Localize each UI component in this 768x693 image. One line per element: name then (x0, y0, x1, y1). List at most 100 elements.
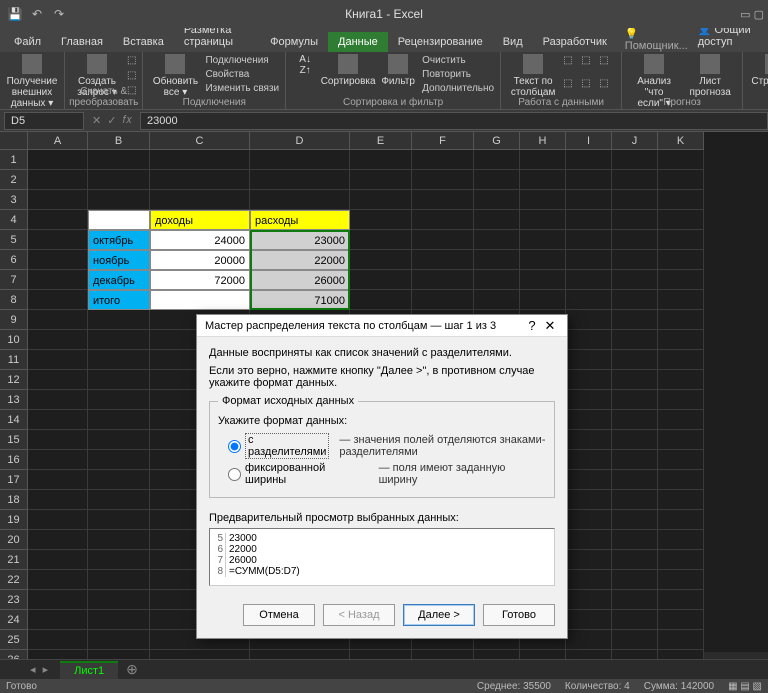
cancel-icon[interactable]: ✕ (92, 114, 101, 127)
delimited-radio[interactable] (228, 440, 241, 453)
fixed-width-label[interactable]: фиксированной ширины (245, 462, 369, 486)
cell[interactable] (350, 290, 412, 310)
remove-duplicates-icon[interactable]: ⬚ (581, 54, 597, 75)
cell[interactable] (612, 530, 658, 550)
cell[interactable] (150, 290, 250, 310)
next-button[interactable]: Далее > (403, 604, 475, 626)
cell[interactable] (250, 170, 350, 190)
cell[interactable]: декабрь (88, 270, 150, 290)
cell[interactable] (350, 230, 412, 250)
cell[interactable] (28, 610, 88, 630)
row-header[interactable]: 7 (0, 270, 28, 290)
advanced-filter-button[interactable]: Дополнительно (422, 82, 494, 96)
cell[interactable] (28, 190, 88, 210)
cell[interactable] (520, 230, 566, 250)
cell[interactable] (658, 310, 704, 330)
cell[interactable] (612, 330, 658, 350)
cell[interactable]: 20000 (150, 250, 250, 270)
cell[interactable] (412, 290, 474, 310)
col-header[interactable]: A (28, 132, 88, 150)
cell[interactable] (520, 250, 566, 270)
refresh-all-button[interactable]: Обновить все ▾ (149, 54, 201, 98)
cell[interactable] (612, 630, 658, 650)
row-header[interactable]: 11 (0, 350, 28, 370)
cell[interactable]: 71000 (250, 290, 350, 310)
cell[interactable] (658, 590, 704, 610)
col-header[interactable]: E (350, 132, 412, 150)
properties-button[interactable]: Свойства (205, 68, 279, 82)
cell[interactable] (150, 170, 250, 190)
cell[interactable] (658, 390, 704, 410)
cell[interactable] (658, 350, 704, 370)
cell[interactable] (88, 570, 150, 590)
cell[interactable] (612, 350, 658, 370)
row-header[interactable]: 4 (0, 210, 28, 230)
cell[interactable] (658, 370, 704, 390)
cell[interactable] (520, 210, 566, 230)
cell[interactable] (412, 170, 474, 190)
row-header[interactable]: 10 (0, 330, 28, 350)
cell[interactable] (28, 290, 88, 310)
cell[interactable] (520, 270, 566, 290)
save-icon[interactable]: 💾 (6, 5, 24, 23)
row-header[interactable]: 22 (0, 570, 28, 590)
cell[interactable] (612, 290, 658, 310)
cell[interactable] (658, 610, 704, 630)
add-sheet-icon[interactable]: ⊕ (126, 661, 138, 678)
cell[interactable] (612, 570, 658, 590)
cell[interactable]: 23000 (250, 230, 350, 250)
cell[interactable] (612, 590, 658, 610)
tab-home[interactable]: Главная (51, 32, 113, 52)
cell[interactable] (658, 550, 704, 570)
cell[interactable]: 72000 (150, 270, 250, 290)
cell[interactable] (88, 150, 150, 170)
tab-developer[interactable]: Разработчик (533, 32, 617, 52)
formula-input[interactable]: 23000 (140, 112, 768, 130)
cell[interactable] (28, 370, 88, 390)
text-to-columns-button[interactable]: Текст по столбцам (507, 54, 559, 98)
cell[interactable] (520, 150, 566, 170)
cell[interactable] (566, 150, 612, 170)
cell[interactable] (612, 430, 658, 450)
cell[interactable] (88, 450, 150, 470)
row-header[interactable]: 9 (0, 310, 28, 330)
help-icon[interactable]: ? (523, 318, 541, 333)
data-validation-icon[interactable]: ⬚ (599, 54, 615, 75)
cell[interactable] (28, 330, 88, 350)
cell[interactable] (150, 190, 250, 210)
cell[interactable] (412, 190, 474, 210)
cell[interactable] (566, 610, 612, 630)
cell[interactable]: доходы (150, 210, 250, 230)
cell[interactable] (566, 350, 612, 370)
cell[interactable] (658, 450, 704, 470)
cell[interactable] (566, 570, 612, 590)
sort-az-button[interactable]: A↓ Z↑ (292, 54, 318, 96)
col-header[interactable]: G (474, 132, 520, 150)
cell[interactable] (474, 230, 520, 250)
cell[interactable] (88, 190, 150, 210)
cell[interactable] (658, 510, 704, 530)
cell[interactable] (88, 490, 150, 510)
col-header[interactable]: K (658, 132, 704, 150)
row-header[interactable]: 15 (0, 430, 28, 450)
cell[interactable] (88, 370, 150, 390)
col-header[interactable]: C (150, 132, 250, 150)
tab-review[interactable]: Рецензирование (388, 32, 493, 52)
row-header[interactable]: 24 (0, 610, 28, 630)
cell[interactable] (612, 210, 658, 230)
cell[interactable] (412, 250, 474, 270)
cell[interactable] (88, 350, 150, 370)
cancel-button[interactable]: Отмена (243, 604, 315, 626)
cell[interactable] (566, 630, 612, 650)
delimited-label[interactable]: с разделителями (245, 433, 329, 459)
cell[interactable] (88, 430, 150, 450)
cell[interactable] (566, 470, 612, 490)
cell[interactable] (566, 550, 612, 570)
cell[interactable]: расходы (250, 210, 350, 230)
cell[interactable] (658, 290, 704, 310)
col-header[interactable]: F (412, 132, 474, 150)
cell[interactable]: 24000 (150, 230, 250, 250)
cell[interactable] (566, 490, 612, 510)
consolidate-icon[interactable]: ⬚ (563, 77, 579, 98)
cell[interactable] (474, 190, 520, 210)
